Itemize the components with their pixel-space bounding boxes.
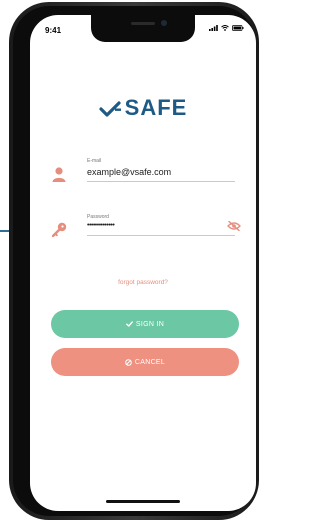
cancel-button[interactable]: CANCEL (51, 348, 239, 376)
password-label: Password (87, 214, 109, 220)
app-logo: SAFE (30, 95, 256, 121)
user-icon (52, 167, 66, 182)
email-underline (87, 181, 235, 182)
speaker (131, 22, 155, 25)
password-input[interactable]: •••••••••••••• (87, 222, 115, 229)
status-time: 9:41 (45, 26, 62, 35)
password-field-group: Password •••••••••••••• (52, 214, 252, 250)
checkmark-logo-icon (99, 101, 121, 117)
check-icon (126, 321, 133, 327)
wifi-icon (221, 25, 229, 31)
cancel-label: CANCEL (134, 358, 166, 366)
logo-text: SAFE (124, 95, 188, 120)
email-label: E-mail (87, 158, 102, 164)
notch (91, 15, 195, 42)
cancel-circle-icon (125, 358, 132, 366)
camera (161, 20, 167, 26)
home-indicator (106, 500, 180, 503)
email-input[interactable]: example@vsafe.com (87, 167, 171, 177)
eye-slash-icon[interactable] (227, 221, 241, 231)
password-underline (87, 235, 235, 236)
sign-in-label: SIGN IN (135, 320, 165, 328)
key-icon (52, 222, 67, 237)
battery-icon (232, 25, 244, 31)
sign-in-button[interactable]: SIGN IN (51, 310, 239, 338)
app-screen: 9:41 SAFE E-mail example@vsafe.com Passw… (30, 15, 256, 511)
email-field-group: E-mail example@vsafe.com (52, 158, 252, 194)
forgot-password-link[interactable]: forgot password? (30, 279, 256, 286)
signal-icon (209, 25, 218, 31)
status-icons (209, 25, 244, 31)
